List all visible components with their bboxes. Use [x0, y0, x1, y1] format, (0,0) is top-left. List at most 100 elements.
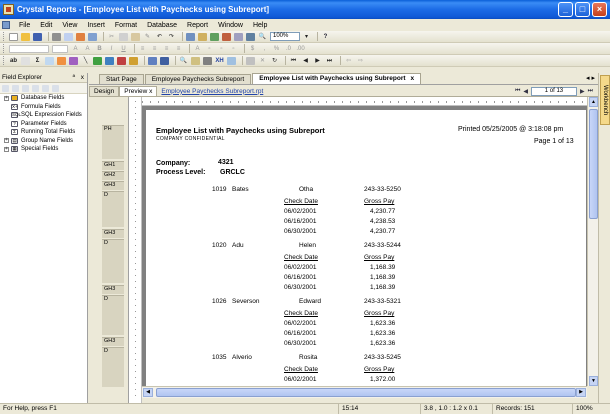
section-page-header[interactable]: PH [102, 125, 124, 159]
tree-item-formula-fields[interactable]: X+ Formula Fields [0, 103, 87, 112]
insert-summary-icon[interactable] [198, 32, 207, 41]
menu-report[interactable]: Report [182, 22, 213, 29]
back-icon[interactable] [246, 56, 255, 65]
prev-page-button[interactable]: ◀ [523, 88, 528, 95]
menu-file[interactable]: File [14, 22, 35, 29]
maximize-button[interactable]: □ [575, 2, 590, 17]
vertical-scroll-thumb[interactable] [589, 109, 598, 219]
zoom-select[interactable]: 100% [270, 32, 300, 41]
horizontal-scroll-thumb[interactable] [156, 388, 576, 397]
sort-icon[interactable] [222, 32, 231, 41]
italic-icon[interactable]: I [107, 45, 116, 53]
align-left-icon[interactable]: ≡ [138, 45, 147, 53]
thousands-icon[interactable]: , [260, 45, 269, 53]
delete-field-icon[interactable] [52, 84, 59, 92]
close-tab-icon[interactable]: x [411, 75, 415, 82]
lock-format-icon[interactable]: ▫ [217, 45, 226, 53]
scroll-right-arrow[interactable]: ▶ [576, 388, 586, 397]
zoom-dropdown-icon[interactable]: ▾ [302, 33, 311, 41]
menu-database[interactable]: Database [142, 22, 182, 29]
prev-page-icon[interactable]: ◀ [301, 57, 310, 65]
increase-decimals-icon[interactable]: .0 [284, 45, 293, 53]
insert-cross-tab-icon[interactable] [45, 56, 54, 65]
highlighting-expert-icon[interactable] [203, 56, 212, 65]
hyperlink-icon[interactable]: XH [215, 57, 224, 65]
underline-icon[interactable]: U [119, 45, 128, 53]
align-right-icon[interactable]: ≡ [162, 45, 171, 53]
expand-icon[interactable]: + [4, 138, 9, 144]
find-field-icon[interactable]: 🔍 [179, 57, 188, 65]
export-icon[interactable] [76, 32, 85, 41]
insert-line-icon[interactable]: ╲ [81, 57, 90, 65]
last-page-icon[interactable]: ⏭ [325, 57, 334, 65]
last-page-button[interactable]: ⏭ [588, 88, 593, 95]
find-icon[interactable]: 🔍 [258, 33, 267, 41]
horizontal-scrollbar[interactable]: ◀ ▶ [142, 386, 587, 398]
currency-icon[interactable]: $ [248, 45, 257, 53]
font-select[interactable] [9, 44, 49, 53]
tree-item-running-total-fields[interactable]: Σ Running Total Fields [0, 128, 87, 137]
percent-icon[interactable]: % [272, 45, 281, 53]
browse-icon[interactable] [12, 84, 19, 92]
minimize-button[interactable]: _ [558, 2, 573, 17]
next-page-icon[interactable]: ▶ [313, 57, 322, 65]
close-preview-icon[interactable]: x [149, 88, 152, 95]
insert-box-icon[interactable] [93, 56, 102, 65]
menu-edit[interactable]: Edit [35, 22, 57, 29]
menu-view[interactable]: View [57, 22, 82, 29]
menu-format[interactable]: Format [110, 22, 142, 29]
edit-field-icon[interactable] [32, 84, 39, 92]
tab-preview[interactable]: Preview x [119, 86, 158, 96]
insert-subreport-icon[interactable] [69, 56, 78, 65]
section-group-header-3[interactable]: GH3 [102, 285, 124, 294]
first-page-icon[interactable]: ⏮ [289, 57, 298, 65]
tree-item-database-fields[interactable]: + Database Fields [0, 94, 87, 103]
tab-scroll-arrows[interactable]: ◂ ▸ [586, 74, 595, 82]
nav-forward-icon[interactable]: ⇨ [356, 57, 365, 65]
help-icon[interactable]: ? [321, 33, 330, 41]
copy-icon[interactable] [119, 32, 128, 41]
tree-item-special-fields[interactable]: + ▦ Special Fields [0, 145, 87, 154]
font-color-icon[interactable]: A [193, 45, 202, 53]
cut-icon[interactable]: ✂ [107, 33, 116, 41]
decrease-decimals-icon[interactable]: .00 [296, 45, 305, 53]
open-icon[interactable] [21, 32, 30, 41]
subreport-link[interactable]: Employee Paychecks Subreport.rpt [161, 88, 263, 95]
first-page-button[interactable]: ⏮ [515, 88, 520, 95]
insert-chart-icon[interactable] [117, 56, 126, 65]
paste-icon[interactable] [131, 32, 140, 41]
section-details[interactable]: D [102, 191, 124, 227]
vertical-scrollbar[interactable]: ▲ ▼ [587, 97, 598, 386]
scroll-down-arrow[interactable]: ▼ [589, 376, 598, 386]
nav-back-icon[interactable]: ⇦ [344, 57, 353, 65]
font-size-select[interactable] [52, 44, 68, 53]
insert-field-icon[interactable] [21, 56, 30, 65]
shrink-font-icon[interactable]: A [83, 45, 92, 53]
tab-employee-list-with-paychecks[interactable]: Employee List with Paychecks using Subre… [252, 73, 422, 84]
expand-icon[interactable]: + [4, 146, 9, 152]
tree-item-parameter-fields[interactable]: ? Parameter Fields [0, 120, 87, 129]
close-panel-icon[interactable]: x [81, 73, 84, 83]
scroll-left-arrow[interactable]: ◀ [143, 388, 153, 397]
section-details[interactable]: D [102, 239, 124, 283]
suppress-icon[interactable]: ▫ [229, 45, 238, 53]
scroll-up-arrow[interactable]: ▲ [589, 97, 598, 107]
tab-design[interactable]: Design [89, 86, 120, 96]
database-expert-icon[interactable] [246, 32, 255, 41]
stop-icon[interactable]: ✕ [258, 57, 267, 65]
tree-item-group-name-fields[interactable]: + ▤ Group Name Fields [0, 137, 87, 146]
report-expert-icon[interactable] [160, 56, 169, 65]
print-preview-icon[interactable] [64, 32, 73, 41]
undo-icon[interactable]: ↶ [155, 33, 164, 41]
document-icon[interactable] [2, 21, 10, 29]
print-icon[interactable] [52, 32, 61, 41]
insert-group-icon[interactable] [186, 32, 195, 41]
insert-picture-icon[interactable] [105, 56, 114, 65]
pin-icon[interactable]: ª [73, 73, 75, 83]
insert-to-report-icon[interactable] [2, 84, 9, 92]
insert-text-object-icon[interactable]: ab [9, 57, 18, 65]
rename-field-icon[interactable] [42, 84, 49, 92]
formula-workshop-icon[interactable] [234, 32, 243, 41]
bold-icon[interactable]: B [95, 45, 104, 53]
menu-insert[interactable]: Insert [82, 22, 110, 29]
